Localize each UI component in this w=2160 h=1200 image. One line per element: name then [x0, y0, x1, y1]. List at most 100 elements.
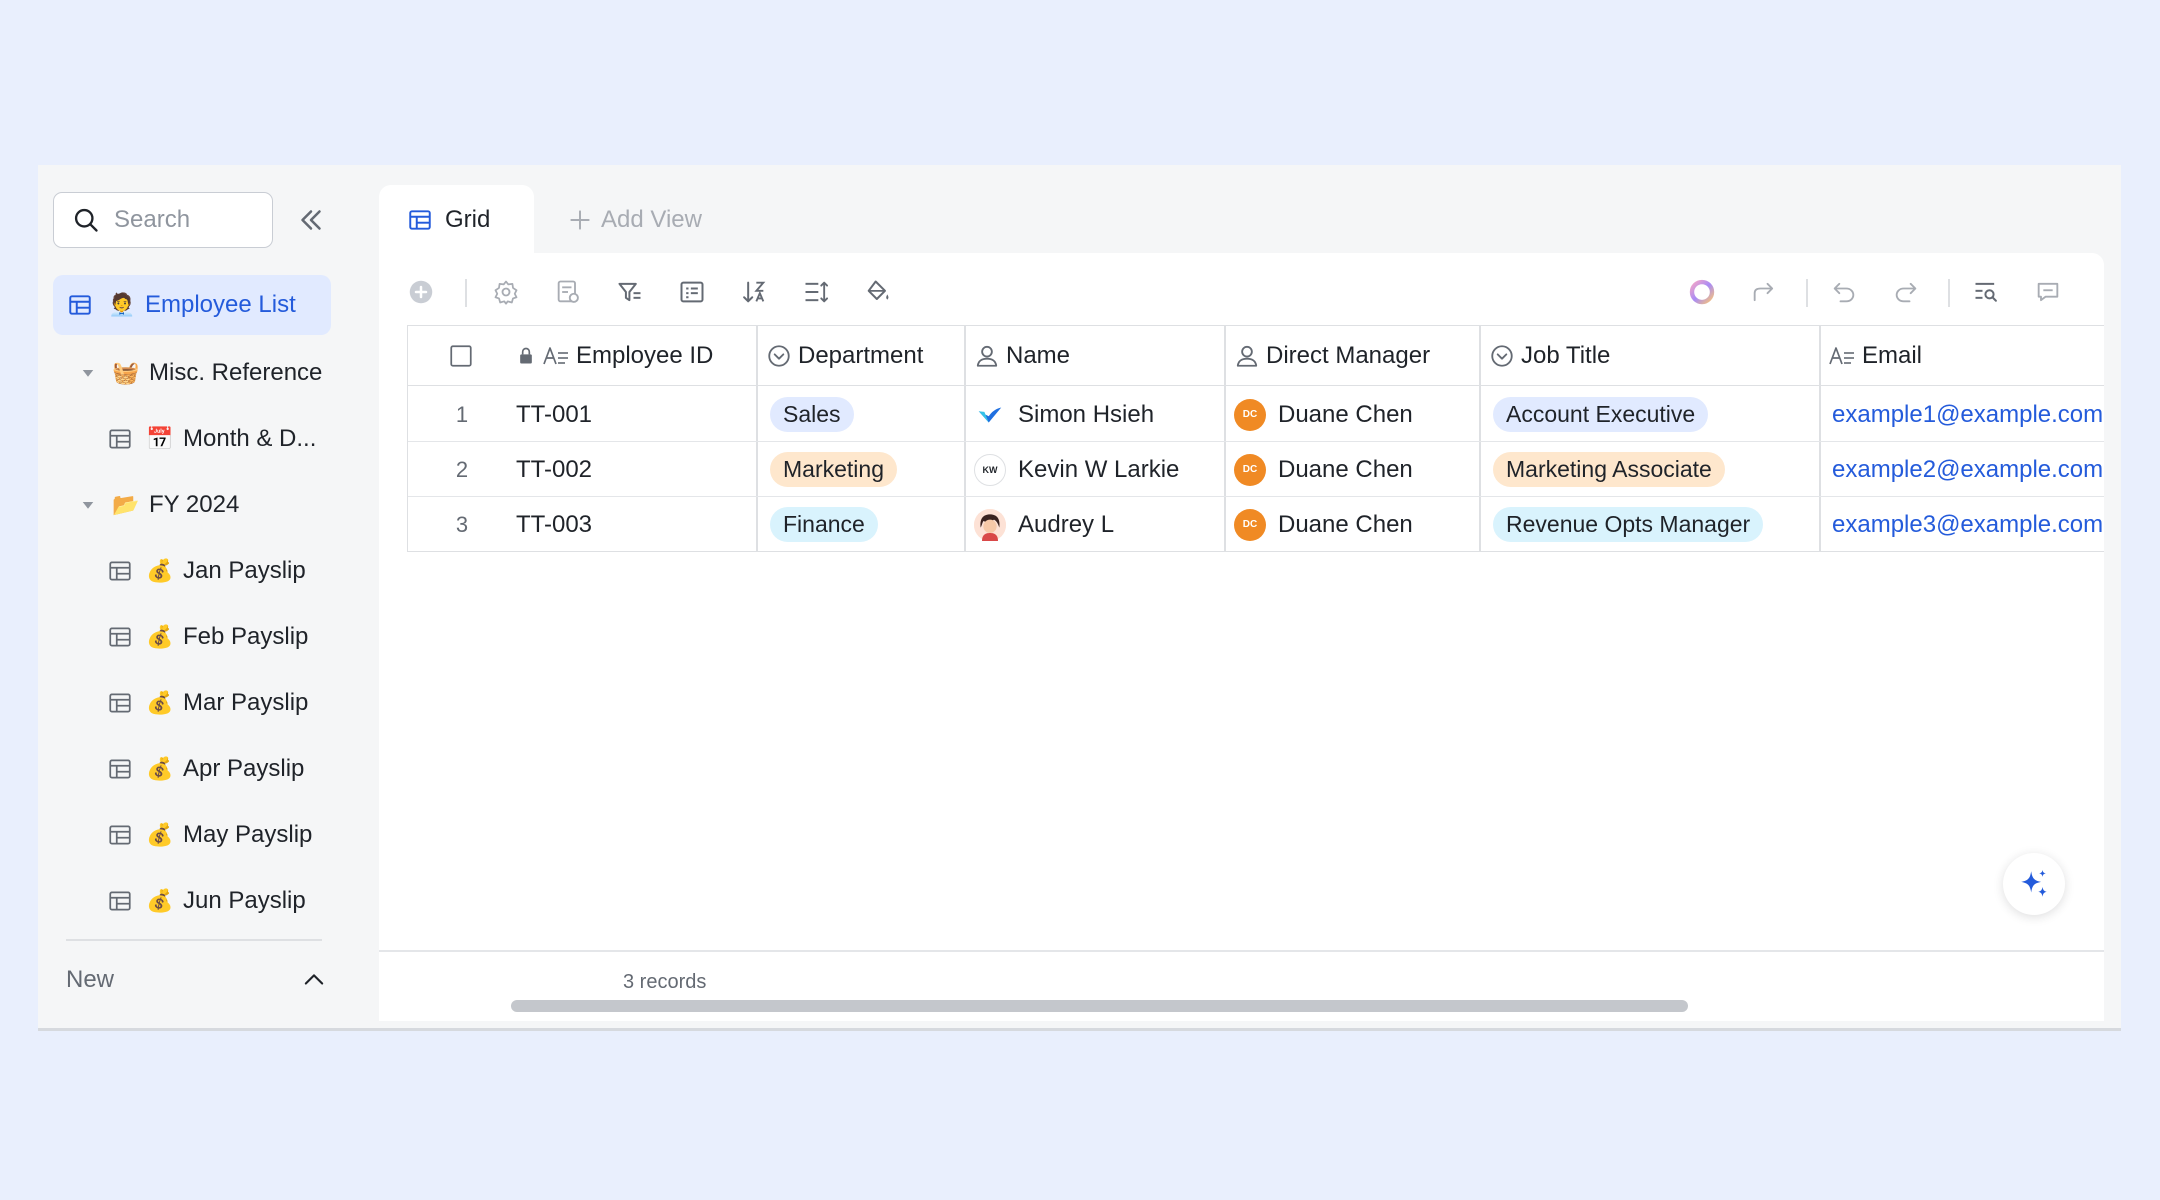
tab-grid[interactable]: Grid — [379, 185, 534, 255]
grid-table-icon — [105, 688, 135, 718]
column-label: Name — [1006, 342, 1071, 369]
table-row[interactable]: 3 TT-003 Finance Audrey L DC Duane Chen … — [408, 497, 2104, 551]
column-label: Email — [1862, 342, 1923, 369]
job-title-tag: Marketing Associate — [1493, 452, 1725, 487]
column-header-name[interactable]: Name — [974, 326, 1070, 386]
sidebar-item-label: Employee List — [145, 291, 296, 318]
sidebar-item-feb-payslip[interactable]: 💰 Feb Payslip — [53, 607, 331, 667]
search-placeholder: Search — [114, 206, 191, 233]
manager-text: Duane Chen — [1278, 510, 1413, 538]
name-cell[interactable]: KW Kevin W Larkie — [974, 442, 1179, 497]
table-row[interactable]: 1 TT-001 Sales Simon Hsieh DC Duane Chen… — [408, 387, 2104, 442]
sidebar-folder-fy-2024[interactable]: 📂 FY 2024 — [53, 475, 331, 535]
caret-down-icon[interactable] — [73, 490, 103, 520]
email-link[interactable]: example3@example.com — [1832, 497, 2103, 551]
person-icon — [976, 345, 998, 367]
table-header: Employee ID Department Name Direct Manag… — [408, 326, 2104, 386]
employee-id-cell[interactable]: TT-002 — [516, 442, 592, 497]
money-bag-emoji-icon: 💰 — [146, 756, 174, 781]
user-avatar — [974, 508, 1006, 541]
row-height-icon[interactable] — [799, 275, 833, 309]
redo-icon[interactable] — [1889, 275, 1923, 309]
job-title-tag: Revenue Opts Manager — [1493, 507, 1764, 542]
column-label: Department — [798, 342, 924, 369]
single-select-icon — [768, 345, 790, 367]
manager-cell[interactable]: DC Duane Chen — [1234, 442, 1413, 497]
settings-gear-icon[interactable] — [489, 275, 523, 309]
sort-icon[interactable] — [737, 275, 771, 309]
new-section-toggle[interactable]: New — [66, 955, 328, 1005]
sidebar-item-label: Jun Payslip — [183, 887, 306, 914]
app-window: Search 🧑‍💼 Employee List 🧺 Misc. Referen… — [38, 165, 2121, 1031]
add-record-icon[interactable] — [404, 275, 438, 309]
group-icon[interactable] — [675, 275, 709, 309]
row-number: 1 — [455, 401, 469, 427]
horizontal-scrollbar[interactable] — [511, 1000, 1688, 1012]
column-header-employee-id[interactable]: Employee ID — [516, 326, 713, 386]
email-link[interactable]: example1@example.com — [1832, 387, 2103, 442]
undo-icon[interactable] — [1827, 275, 1861, 309]
column-label: Direct Manager — [1266, 342, 1431, 369]
fill-color-icon[interactable] — [861, 275, 895, 309]
search-icon — [74, 208, 98, 232]
sidebar-divider — [66, 939, 322, 941]
find-icon[interactable] — [1969, 275, 2003, 309]
sidebar: Search 🧑‍💼 Employee List 🧺 Misc. Referen… — [38, 165, 352, 1021]
select-all-checkbox[interactable] — [448, 326, 480, 386]
sidebar-item-may-payslip[interactable]: 💰 May Payslip — [53, 805, 331, 865]
record-count: 3 records — [623, 971, 707, 993]
department-cell[interactable]: Marketing — [770, 442, 897, 497]
sidebar-item-apr-payslip[interactable]: 💰 Apr Payslip — [53, 739, 331, 799]
name-cell[interactable]: Audrey L — [974, 497, 1114, 551]
comment-icon[interactable] — [2031, 275, 2065, 309]
department-tag: Finance — [770, 507, 878, 542]
form-icon[interactable] — [551, 275, 585, 309]
sidebar-item-jun-payslip[interactable]: 💰 Jun Payslip — [53, 871, 331, 931]
share-icon[interactable] — [1747, 275, 1781, 309]
employee-id-cell[interactable]: TT-001 — [516, 387, 592, 442]
sidebar-folder-misc-reference[interactable]: 🧺 Misc. Reference — [53, 343, 331, 403]
department-cell[interactable]: Finance — [770, 497, 878, 551]
sparkle-icon — [2021, 869, 2047, 897]
sidebar-item-month-d[interactable]: 📅 Month & D... — [53, 409, 331, 469]
sidebar-item-label: Mar Payslip — [183, 689, 309, 716]
grid-table-icon — [105, 622, 135, 652]
manager-text: Duane Chen — [1278, 400, 1413, 428]
job-title-cell[interactable]: Account Executive — [1493, 387, 1709, 442]
grid-table-icon — [105, 820, 135, 850]
email-link[interactable]: example2@example.com — [1832, 442, 2103, 497]
department-cell[interactable]: Sales — [770, 387, 854, 442]
caret-down-icon[interactable] — [73, 358, 103, 388]
collapse-sidebar-icon[interactable] — [294, 203, 328, 237]
basket-emoji-icon: 🧺 — [112, 360, 140, 385]
name-cell[interactable]: Simon Hsieh — [974, 387, 1154, 442]
column-header-job-title[interactable]: Job Title — [1489, 326, 1610, 386]
data-grid: Employee ID Department Name Direct Manag… — [407, 325, 2104, 552]
toolbar-divider — [1806, 279, 1808, 307]
table-row[interactable]: 2 TT-002 Marketing KW Kevin W Larkie DC … — [408, 442, 2104, 497]
job-title-cell[interactable]: Marketing Associate — [1493, 442, 1725, 497]
manager-avatar: DC — [1234, 453, 1266, 486]
money-bag-emoji-icon: 💰 — [146, 690, 174, 715]
sidebar-item-label: May Payslip — [183, 821, 313, 848]
employee-id-cell[interactable]: TT-003 — [516, 497, 592, 551]
toolbar-divider — [1948, 279, 1950, 307]
ai-sparkle-button[interactable] — [2003, 853, 2065, 915]
chevron-up-icon[interactable] — [300, 966, 328, 994]
job-title-cell[interactable]: Revenue Opts Manager — [1493, 497, 1764, 551]
column-header-direct-manager[interactable]: Direct Manager — [1234, 326, 1430, 386]
search-input[interactable]: Search — [53, 192, 273, 248]
manager-cell[interactable]: DC Duane Chen — [1234, 387, 1413, 442]
ai-assistant-icon[interactable] — [1685, 275, 1719, 309]
add-view-button[interactable]: Add View — [567, 185, 702, 255]
sidebar-item-label: Month & D... — [183, 425, 317, 452]
sidebar-item-jan-payslip[interactable]: 💰 Jan Payslip — [53, 541, 331, 601]
sidebar-item-mar-payslip[interactable]: 💰 Mar Payslip — [53, 673, 331, 733]
column-header-email[interactable]: Email — [1828, 326, 1922, 386]
sidebar-item-employee-list[interactable]: 🧑‍💼 Employee List — [53, 275, 331, 335]
filter-icon[interactable] — [613, 275, 647, 309]
grid-table-icon — [105, 754, 135, 784]
text-field-icon — [1829, 347, 1854, 365]
column-header-department[interactable]: Department — [766, 326, 923, 386]
manager-cell[interactable]: DC Duane Chen — [1234, 497, 1413, 551]
